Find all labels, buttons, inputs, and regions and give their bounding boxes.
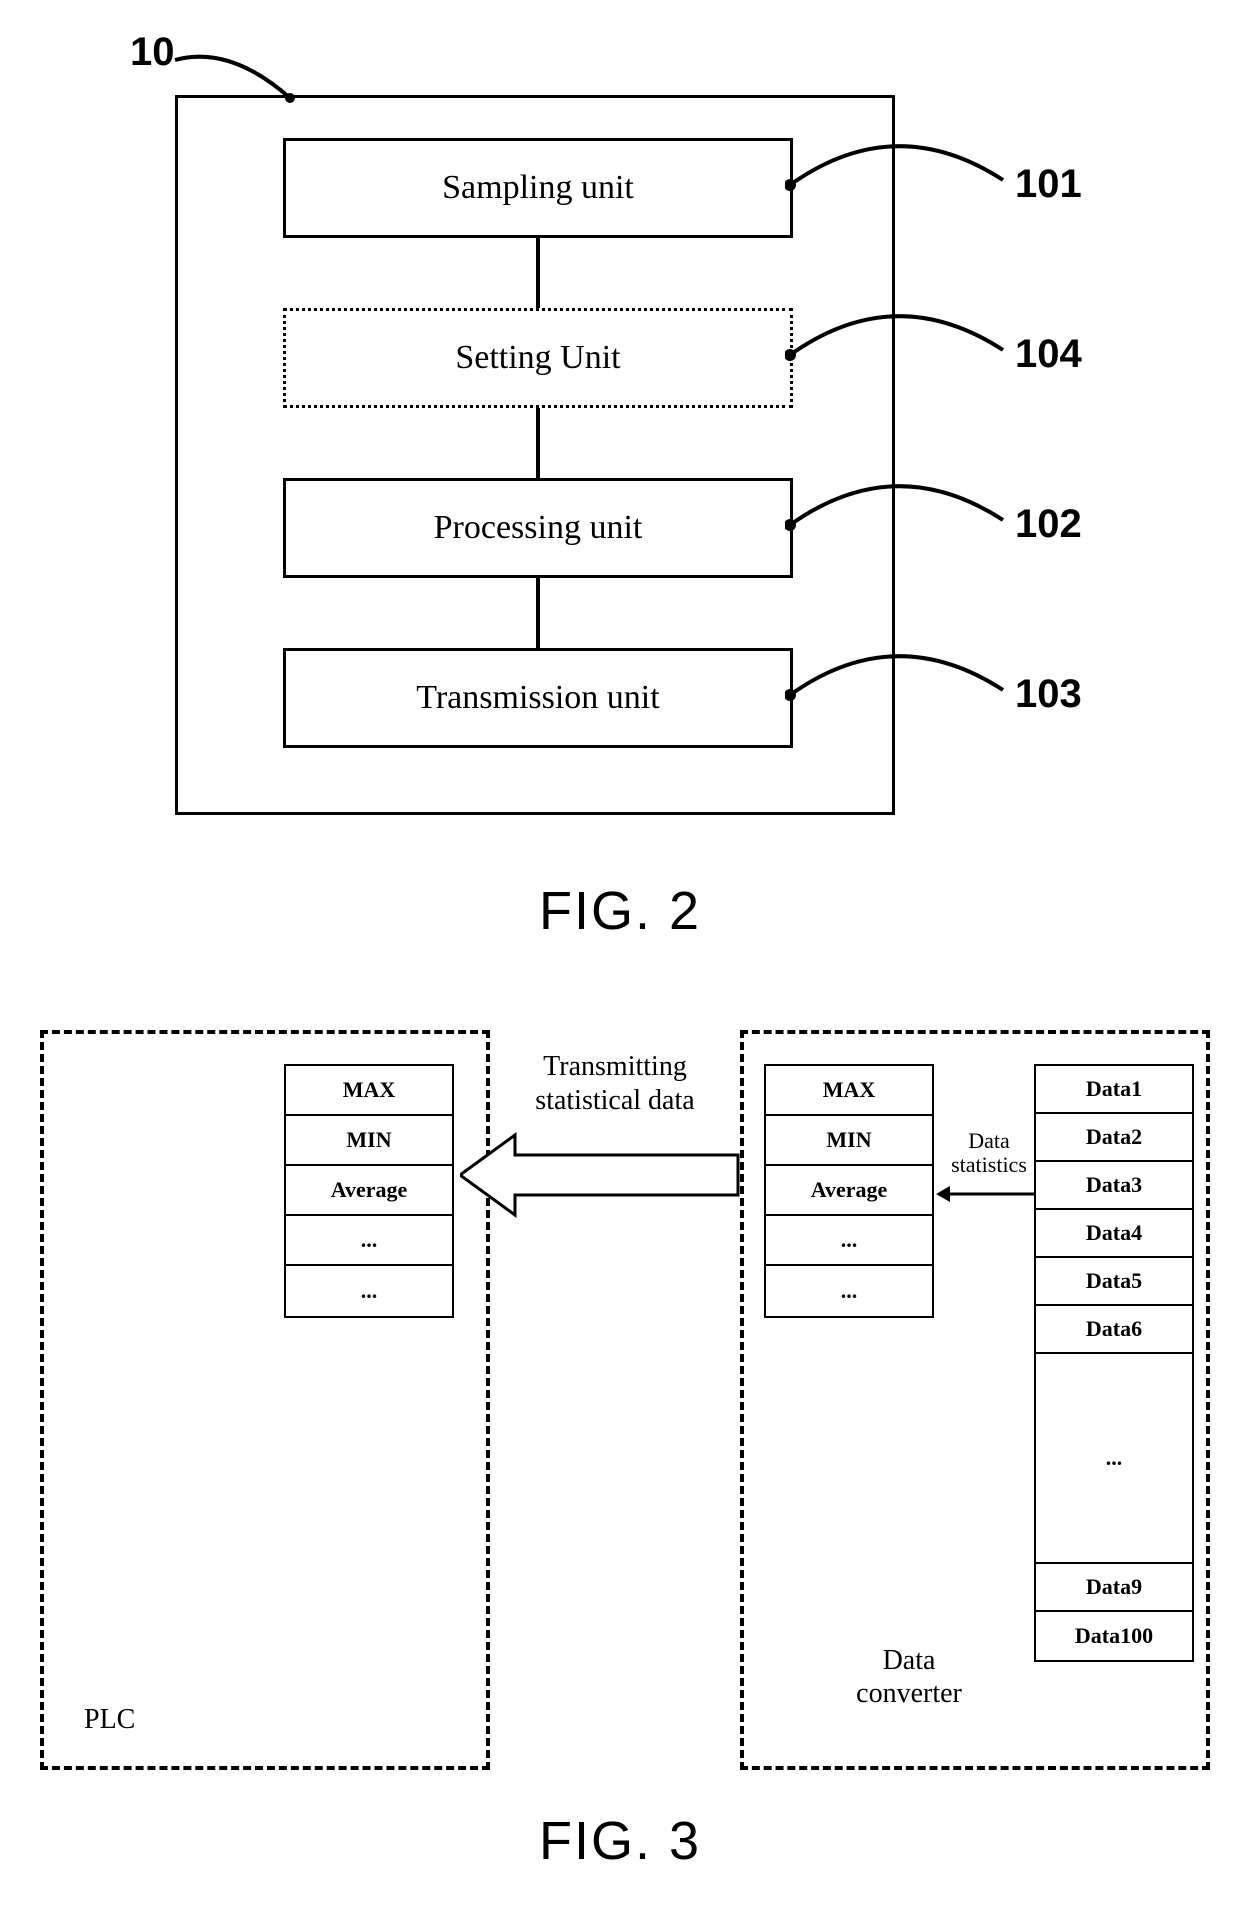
data-stats-label-line1: Data bbox=[968, 1128, 1010, 1153]
data-cell-gap: ... bbox=[1036, 1354, 1192, 1564]
plc-box: MAX MIN Average ... ... PLC bbox=[40, 1030, 490, 1770]
unit-box-processing: Processing unit bbox=[283, 478, 793, 578]
ref-num-102: 102 bbox=[1015, 502, 1082, 547]
fig3-caption: FIG. 3 bbox=[0, 1810, 1240, 1872]
leader-line-icon bbox=[785, 130, 1015, 220]
fig2-caption: FIG. 2 bbox=[0, 880, 1240, 942]
data-item-table: Data1 Data2 Data3 Data4 Data5 Data6 ... … bbox=[1034, 1064, 1194, 1662]
data-converter-label-text: Data converter bbox=[856, 1645, 962, 1710]
big-arrow-left-icon bbox=[460, 1130, 740, 1220]
ref-num-101: 101 bbox=[1015, 162, 1082, 207]
data-cell-6: Data6 bbox=[1036, 1306, 1192, 1354]
plc-stats-table: MAX MIN Average ... ... bbox=[284, 1064, 454, 1318]
stats-cell-etc1: ... bbox=[286, 1216, 452, 1266]
connector-line-icon bbox=[536, 578, 540, 648]
stats-cell-max: MAX bbox=[766, 1066, 932, 1116]
stats-cell-average: Average bbox=[286, 1166, 452, 1216]
data-stats-label-line2: statistics bbox=[951, 1152, 1027, 1177]
stats-cell-etc2: ... bbox=[286, 1266, 452, 1316]
connector-line-icon bbox=[536, 408, 540, 478]
stats-cell-etc2: ... bbox=[766, 1266, 932, 1316]
stats-cell-etc1: ... bbox=[766, 1216, 932, 1266]
transmit-label-line1: Transmitting bbox=[543, 1051, 687, 1082]
leader-line-icon bbox=[785, 640, 1015, 730]
transmit-label-line2: statistical data bbox=[535, 1085, 694, 1116]
stats-cell-min: MIN bbox=[286, 1116, 452, 1166]
data-cell-4: Data4 bbox=[1036, 1210, 1192, 1258]
unit-box-transmission: Transmission unit bbox=[283, 648, 793, 748]
leader-line-icon bbox=[785, 300, 1015, 390]
converter-stats-table: MAX MIN Average ... ... bbox=[764, 1064, 934, 1318]
unit-label: Transmission unit bbox=[416, 679, 659, 717]
unit-box-sampling: Sampling unit bbox=[283, 138, 793, 238]
data-cell-2: Data2 bbox=[1036, 1114, 1192, 1162]
stats-cell-min: MIN bbox=[766, 1116, 932, 1166]
ref-num-104: 104 bbox=[1015, 332, 1082, 377]
unit-label: Setting Unit bbox=[455, 339, 620, 377]
data-cell-3: Data3 bbox=[1036, 1162, 1192, 1210]
unit-box-setting: Setting Unit bbox=[283, 308, 793, 408]
ref-num-103: 103 bbox=[1015, 672, 1082, 717]
stats-cell-average: Average bbox=[766, 1166, 932, 1216]
data-cell-1: Data1 bbox=[1036, 1066, 1192, 1114]
data-cell-5: Data5 bbox=[1036, 1258, 1192, 1306]
data-stats-label: Data statistics bbox=[944, 1129, 1034, 1177]
transmit-label: Transmitting statistical data bbox=[500, 1050, 730, 1117]
data-converter-label: Data converter bbox=[834, 1644, 984, 1711]
leader-line-icon bbox=[785, 470, 1015, 560]
data-cell-100: Data100 bbox=[1036, 1612, 1192, 1660]
unit-label: Sampling unit bbox=[442, 169, 634, 207]
connector-line-icon bbox=[536, 238, 540, 308]
small-arrow-left-icon bbox=[936, 1182, 1036, 1206]
data-cell-9: Data9 bbox=[1036, 1564, 1192, 1612]
data-converter-box: MAX MIN Average ... ... Data statistics … bbox=[740, 1030, 1210, 1770]
stats-cell-max: MAX bbox=[286, 1066, 452, 1116]
plc-label: PLC bbox=[84, 1704, 135, 1736]
unit-label: Processing unit bbox=[434, 509, 643, 547]
